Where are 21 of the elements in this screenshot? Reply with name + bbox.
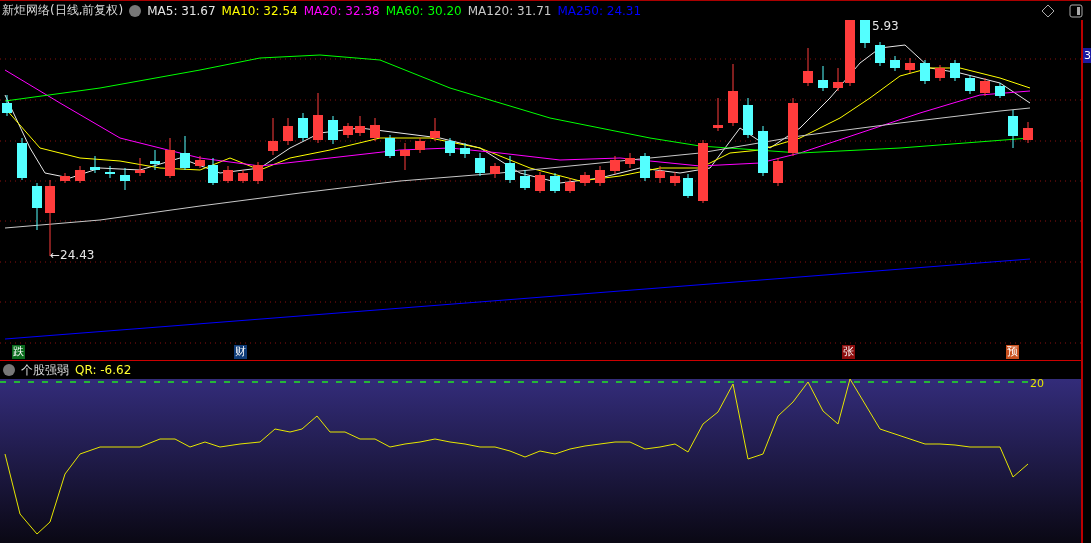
indicator-value: MA120: 31.71	[467, 3, 552, 18]
panel-toggle-icon[interactable]	[1069, 3, 1083, 18]
high-price-label: 5.93	[872, 20, 899, 33]
event-marker[interactable]: 跌	[12, 345, 25, 359]
dropdown-icon[interactable]	[3, 364, 15, 376]
level-label: 20	[1030, 379, 1044, 390]
low-price-label: ←24.43	[50, 248, 95, 262]
indicator-reading: QR: -6.62	[75, 363, 132, 377]
indicator-value: MA60: 30.20	[385, 3, 462, 18]
indicator-title: 个股强弱	[21, 361, 69, 379]
event-marker[interactable]: 财	[234, 345, 247, 359]
dropdown-icon[interactable]	[129, 4, 142, 17]
indicator-value: MA10: 32.54	[221, 3, 298, 18]
indicator-value: MA250: 24.31	[557, 3, 642, 18]
event-marker[interactable]: 张	[842, 345, 855, 359]
diamond-icon[interactable]	[1041, 3, 1055, 18]
indicator-value: MA5: 31.67	[147, 3, 216, 18]
event-marker[interactable]: 预	[1006, 345, 1019, 359]
indicator-value: MA20: 32.38	[303, 3, 380, 18]
chart-title: 新炬网络(日线,前复权)	[2, 2, 124, 19]
price-tag: 3	[1083, 48, 1091, 63]
